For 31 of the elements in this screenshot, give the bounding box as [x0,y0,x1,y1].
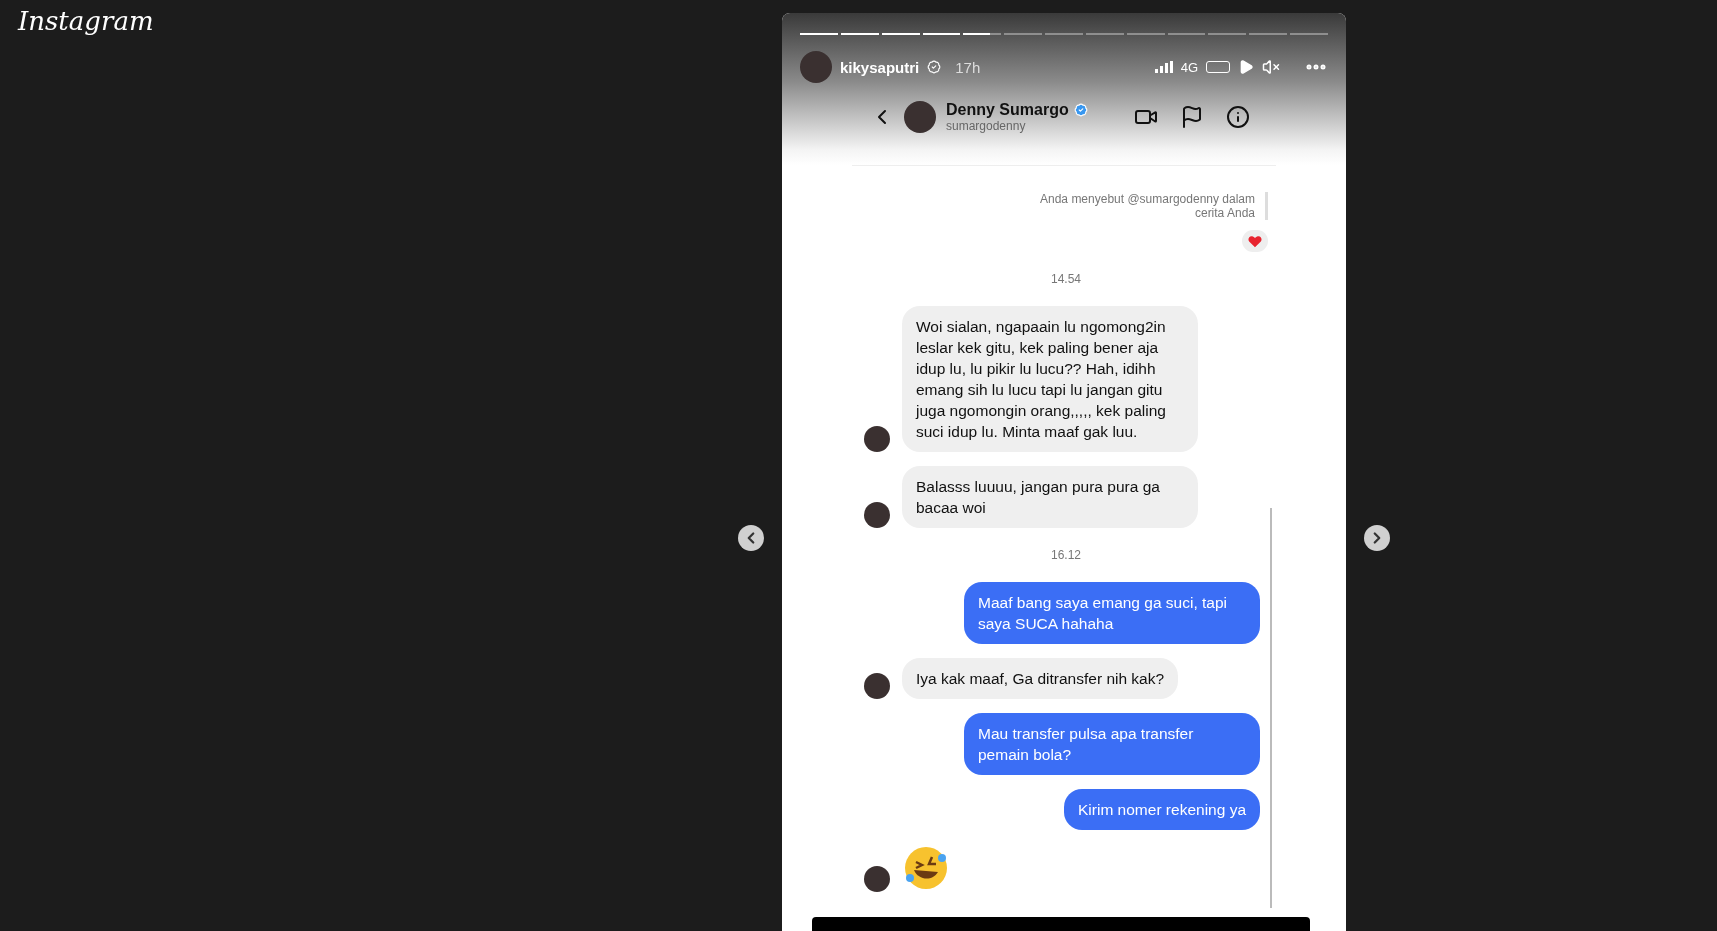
contact-name: Denny Sumargo [946,101,1069,119]
outgoing-message: Maaf bang saya emang ga suci, tapi saya SUCA hahaha [964,582,1260,644]
avatar [864,673,890,699]
avatar[interactable] [800,51,832,83]
instagram-logo[interactable]: Instagram [18,6,154,36]
next-button[interactable] [1364,525,1390,551]
outgoing-message: Kirim nomer rekening ya [1064,789,1260,830]
info-icon[interactable] [1226,105,1250,129]
avatar [864,502,890,528]
battery-icon [1206,61,1230,73]
username[interactable]: kikysaputri [840,58,920,76]
heart-reaction-icon [1242,230,1268,252]
laughing-emoji-icon [902,844,950,892]
play-button[interactable] [1238,59,1254,75]
avatar [864,866,890,892]
outgoing-message: Mau transfer pulsa apa transfer pemain bola? [964,713,1260,775]
previous-button[interactable] [738,525,764,551]
incoming-message: Iya kak maaf, Ga ditransfer nih kak? [902,658,1179,699]
timestamp: 16.12 [1051,548,1081,562]
network-label: 4G [1180,59,1198,75]
mention-note: Anda menyebut @sumargodenny dalam cerita Anda [1025,192,1268,220]
incoming-message: Balasss luuuu, jangan pura pura ga bacaa woi [902,466,1198,528]
signal-icon [1154,61,1173,73]
muted-speaker-icon[interactable] [1262,58,1280,76]
flag-icon[interactable] [1180,105,1204,129]
timestamp: 14.54 [1051,272,1081,286]
avatar [864,426,890,452]
contact-handle: sumargodenny [946,119,1027,133]
incoming-message: Woi sialan, ngapaain lu ngomong2in leslar kek gitu, kek paling bener aja idup lu, lu pikir lu lucu?? Hah, idihh emang sih lu lucu tapi lu jangan gitu juga ngomongin orang,,,,, kek paling suci idup lu. Minta maaf gak luu. [902,306,1198,452]
story-age: 17h [955,58,981,76]
avatar [904,101,936,133]
